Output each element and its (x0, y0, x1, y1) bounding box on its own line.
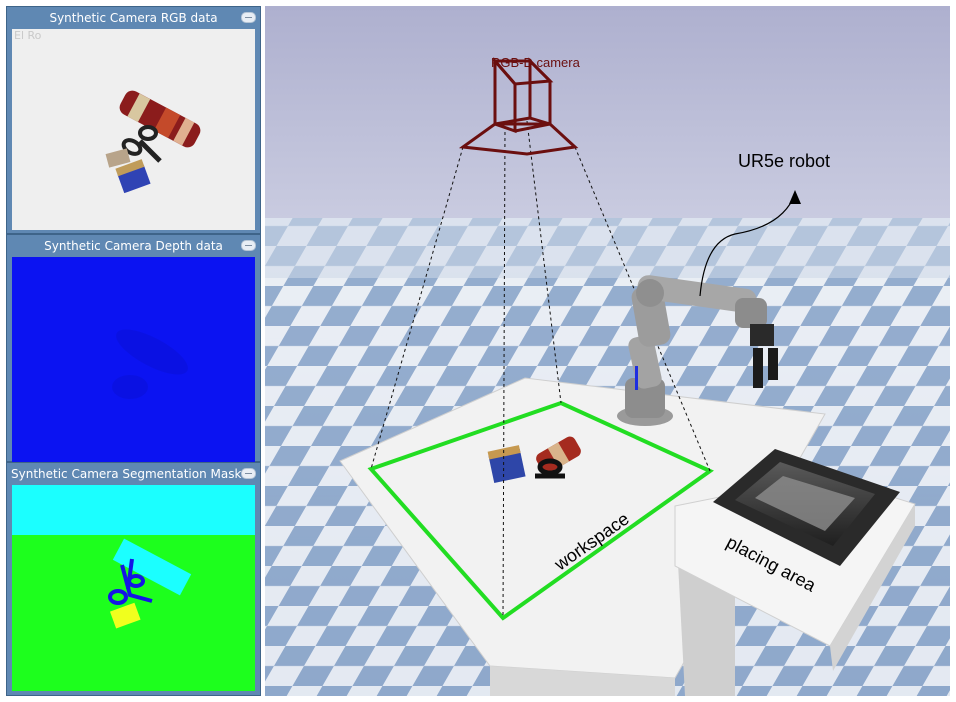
rgb-panel-minimize-icon[interactable] (241, 12, 256, 23)
segmentation-panel-title: Synthetic Camera Segmentation Mask (11, 467, 242, 481)
segmentation-panel-minimize-icon[interactable] (241, 468, 256, 479)
segmentation-panel-title-bar[interactable]: Synthetic Camera Segmentation Mask (7, 463, 260, 485)
depth-panel-title-bar[interactable]: Synthetic Camera Depth data (7, 235, 260, 257)
camera-label: RGB-D camera (491, 55, 581, 70)
simulation-3d-view[interactable]: RGB-D camera UR5e robot workspace placin… (265, 6, 950, 696)
depth-objects-image (112, 329, 188, 399)
rgb-camera-view: El Ro (12, 29, 255, 230)
rgb-camera-panel: Synthetic Camera RGB data El Ro (6, 6, 261, 234)
rgb-panel-title-bar[interactable]: Synthetic Camera RGB data (7, 7, 260, 29)
depth-panel-minimize-icon[interactable] (241, 240, 256, 251)
robot-label: UR5e robot (738, 151, 830, 171)
rgb-panel-title: Synthetic Camera RGB data (49, 11, 218, 25)
segmentation-camera-panel: Synthetic Camera Segmentation Mask (6, 462, 261, 696)
depth-camera-view (12, 257, 255, 463)
segmentation-camera-view (12, 485, 255, 691)
rgb-objects-image (105, 90, 201, 194)
simulation-scene: RGB-D camera UR5e robot workspace placin… (265, 6, 950, 696)
segmentation-mask-image (12, 485, 255, 629)
rgb-ghost-text: El Ro (14, 29, 42, 42)
depth-camera-panel: Synthetic Camera Depth data (6, 234, 261, 463)
depth-panel-title: Synthetic Camera Depth data (44, 239, 223, 253)
